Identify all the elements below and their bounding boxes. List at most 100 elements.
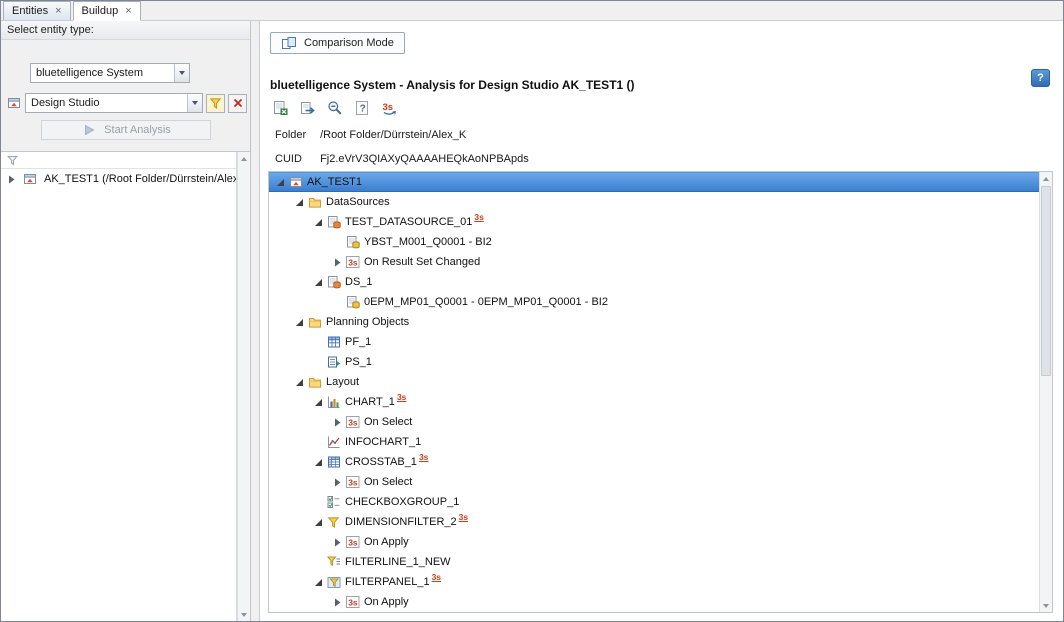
- tree-node-label: AK_TEST1: [307, 176, 362, 188]
- tree-node[interactable]: 3sOn Apply: [269, 532, 1039, 552]
- list-filter-row[interactable]: [1, 152, 236, 169]
- badge-3s: 3s: [459, 512, 468, 522]
- help-button[interactable]: ?: [1031, 69, 1050, 87]
- event3s-icon: 3s: [344, 415, 361, 429]
- expander-expanded-icon[interactable]: [311, 278, 325, 287]
- entity-type-row: Design Studio: [6, 93, 247, 113]
- expander-expanded-icon[interactable]: [311, 398, 325, 407]
- entity-list-rows: AK_TEST1 (/Root Folder/Dürrstein/Alex_K): [1, 169, 236, 189]
- event3s-icon: 3s: [344, 475, 361, 489]
- planning-sequence-icon: [325, 355, 342, 369]
- expander-collapsed-icon[interactable]: [330, 418, 344, 427]
- tab-bar: Entities × Buildup ×: [1, 1, 1063, 21]
- expander-collapsed-icon[interactable]: [330, 598, 344, 607]
- svg-text:3s: 3s: [383, 102, 394, 113]
- comparison-mode-button[interactable]: Comparison Mode: [270, 32, 405, 54]
- tree-scrollbar[interactable]: [1039, 172, 1052, 612]
- tree-node[interactable]: CROSSTAB_13s: [269, 452, 1039, 472]
- tab-close-icon[interactable]: ×: [55, 6, 61, 16]
- app-icon: [287, 175, 304, 189]
- entity-list-row[interactable]: AK_TEST1 (/Root Folder/Dürrstein/Alex_K): [1, 169, 236, 189]
- entity-combo[interactable]: Design Studio: [25, 93, 203, 113]
- expander-expanded-icon[interactable]: [292, 318, 306, 327]
- scrollbar-thumb[interactable]: [1041, 186, 1051, 376]
- folder-value: /Root Folder/Dürrstein/Alex_K: [320, 129, 466, 141]
- system-combo-value: bluetelligence System: [31, 67, 174, 79]
- tree-node[interactable]: YBST_M001_Q0001 - BI2: [269, 232, 1039, 252]
- expander-collapsed-icon[interactable]: [330, 258, 344, 267]
- badge-3s: 3s: [432, 572, 441, 582]
- design-studio-icon: [6, 95, 22, 111]
- analysis-tree-rows: AK_TEST1 DataSourcesTEST_DATASOURCE_013sY…: [269, 172, 1039, 612]
- zoom-out-icon[interactable]: [326, 99, 344, 117]
- expander-expanded-icon[interactable]: [311, 518, 325, 527]
- tree-node[interactable]: CHART_13s: [269, 392, 1039, 412]
- expander-collapsed-icon[interactable]: [330, 538, 344, 547]
- tree-node[interactable]: Planning Objects: [269, 312, 1039, 332]
- tree-node[interactable]: INFOCHART_1: [269, 432, 1039, 452]
- folder-row: Folder /Root Folder/Dürrstein/Alex_K: [275, 129, 466, 141]
- tab-close-icon[interactable]: ×: [125, 6, 131, 16]
- entity-list: AK_TEST1 (/Root Folder/Dürrstein/Alex_K): [1, 151, 250, 621]
- tree-node[interactable]: FILTERLINE_1_NEW: [269, 552, 1039, 572]
- clear-filter-button[interactable]: [228, 94, 247, 113]
- export-excel-icon[interactable]: [272, 99, 290, 117]
- transport-icon[interactable]: [299, 99, 317, 117]
- filter-icon: [208, 95, 224, 111]
- app-window: Entities × Buildup × Select entity type:…: [0, 0, 1064, 622]
- expander-expanded-icon[interactable]: [311, 458, 325, 467]
- tree-node-label: Layout: [326, 376, 359, 388]
- scroll-up-icon[interactable]: [238, 152, 250, 165]
- folder-icon: [306, 375, 323, 389]
- scroll-down-icon[interactable]: [238, 608, 250, 621]
- tree-node-label: PF_1: [345, 336, 371, 348]
- edit-filter-button[interactable]: [206, 94, 225, 113]
- tree-node[interactable]: PS_1: [269, 352, 1039, 372]
- expander-expanded-icon[interactable]: [311, 578, 325, 587]
- tree-node[interactable]: PF_1: [269, 332, 1039, 352]
- expander-expanded-icon[interactable]: [273, 178, 287, 187]
- tree-node-label: Planning Objects: [326, 316, 409, 328]
- tree-node[interactable]: DS_1: [269, 272, 1039, 292]
- tree-node[interactable]: 3sOn Select: [269, 412, 1039, 432]
- scroll-down-icon[interactable]: [1040, 599, 1052, 612]
- left-list-scrollbar[interactable]: [237, 152, 250, 621]
- chevron-down-icon[interactable]: [187, 94, 202, 112]
- tree-node[interactable]: 3sOn Result Set Changed: [269, 252, 1039, 272]
- system-combo[interactable]: bluetelligence System: [30, 63, 190, 83]
- expander-expanded-icon[interactable]: [292, 198, 306, 207]
- tree-node[interactable]: 3sOn Select: [269, 472, 1039, 492]
- tree-node[interactable]: DIMENSIONFILTER_23s: [269, 512, 1039, 532]
- start-analysis-button[interactable]: Start Analysis: [41, 120, 211, 140]
- event3s-icon: 3s: [344, 535, 361, 549]
- tab-entities[interactable]: Entities ×: [3, 1, 71, 20]
- svg-text:3s: 3s: [348, 537, 358, 547]
- tree-node[interactable]: Layout: [269, 372, 1039, 392]
- datasource-icon: [325, 215, 342, 229]
- expander-collapsed-icon[interactable]: [4, 175, 18, 184]
- tab-buildup[interactable]: Buildup ×: [73, 1, 141, 21]
- folder-icon: [306, 315, 323, 329]
- entity-combo-value: Design Studio: [26, 97, 187, 109]
- chevron-down-icon[interactable]: [174, 64, 189, 82]
- play-icon: [81, 122, 97, 138]
- tree-node[interactable]: FILTERPANEL_13s: [269, 572, 1039, 592]
- tree-node[interactable]: CHECKBOXGROUP_1: [269, 492, 1039, 512]
- tree-node[interactable]: AK_TEST1: [269, 172, 1039, 192]
- tree-node-label: CHECKBOXGROUP_1: [345, 496, 459, 508]
- tree-node[interactable]: 3sOn Apply: [269, 592, 1039, 612]
- tab-buildup-label: Buildup: [82, 5, 119, 17]
- three-s-icon[interactable]: 3s: [380, 99, 398, 117]
- scroll-up-icon[interactable]: [1040, 172, 1052, 185]
- tree-node-label: CHART_1: [345, 396, 395, 408]
- expander-expanded-icon[interactable]: [292, 378, 306, 387]
- checkboxgroup-icon: [325, 495, 342, 509]
- tree-node[interactable]: 0EPM_MP01_Q0001 - 0EPM_MP01_Q0001 - BI2: [269, 292, 1039, 312]
- tree-node[interactable]: DataSources: [269, 192, 1039, 212]
- expander-expanded-icon[interactable]: [311, 218, 325, 227]
- help-doc-icon[interactable]: ?: [353, 99, 371, 117]
- expander-collapsed-icon[interactable]: [330, 478, 344, 487]
- tree-node[interactable]: TEST_DATASOURCE_013s: [269, 212, 1039, 232]
- folder-label: Folder: [275, 129, 317, 141]
- tree-node-label: On Apply: [364, 596, 409, 608]
